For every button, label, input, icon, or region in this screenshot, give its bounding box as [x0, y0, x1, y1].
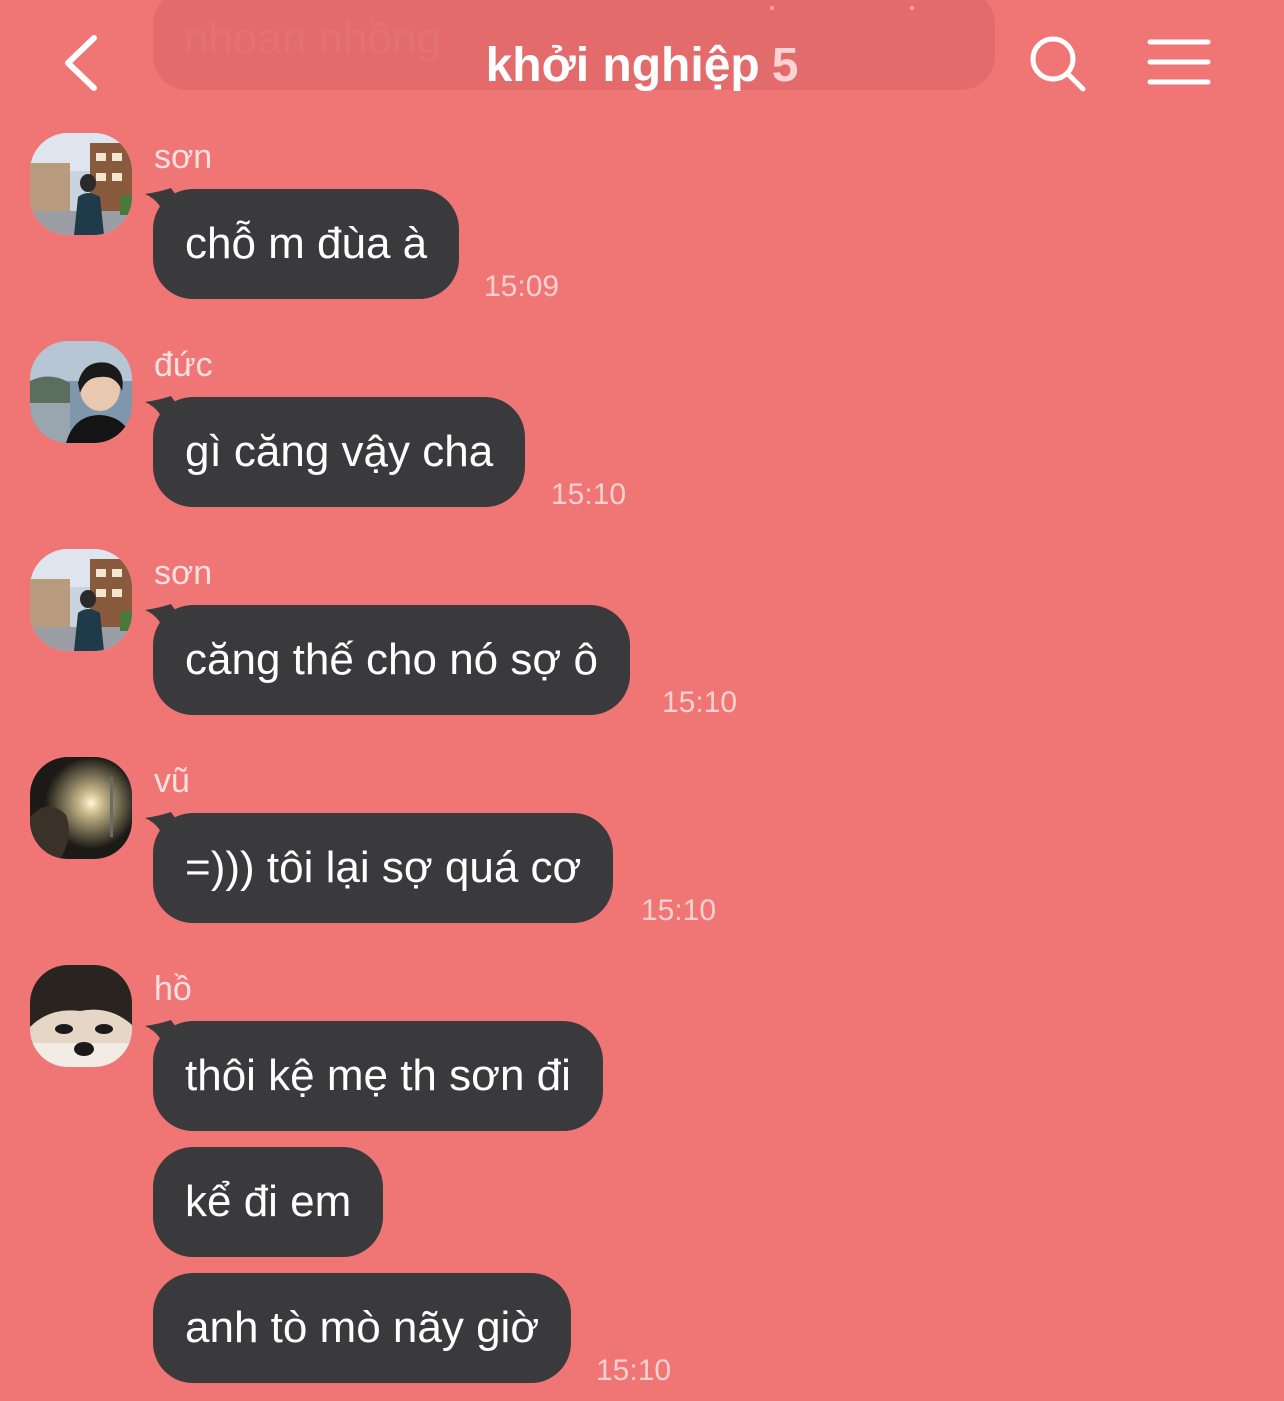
message-bubble[interactable]: thôi kệ mẹ th sơn đi [153, 1021, 603, 1131]
message-bubble[interactable]: anh tò mò nãy giờ [153, 1273, 572, 1383]
message-bubble[interactable]: chỗ m đùa à [153, 189, 460, 299]
avatar-photo [30, 549, 132, 651]
message-time: 15:10 [641, 894, 717, 927]
avatar-ho[interactable] [30, 965, 132, 1067]
pinned-dot [770, 6, 774, 10]
member-count: 5 [771, 39, 799, 92]
hamburger-menu-icon [1147, 39, 1211, 85]
message-text: chỗ m đùa à [185, 219, 428, 268]
message-text: kể đi em [185, 1177, 352, 1226]
avatar-son[interactable] [30, 133, 132, 235]
pinned-dot [910, 6, 914, 10]
message-text: căng thế cho nó sợ ô [185, 635, 598, 684]
avatar-photo [30, 965, 132, 1067]
message-bubble[interactable]: =))) tôi lại sợ quá cơ [153, 813, 614, 923]
avatar-son[interactable] [30, 549, 132, 651]
avatar-vu[interactable] [30, 757, 132, 859]
avatar-photo [30, 133, 132, 235]
message-time: 15:09 [484, 270, 560, 303]
avatar-photo [30, 757, 132, 859]
search-icon [1030, 36, 1086, 92]
sender-name: sơn [154, 554, 213, 592]
message-text: gì căng vậy cha [185, 427, 494, 476]
message-time: 15:10 [551, 478, 627, 511]
message-time: 15:10 [662, 686, 738, 719]
message-bubble[interactable]: gì căng vậy cha [153, 397, 526, 507]
search-button[interactable] [1022, 28, 1094, 100]
menu-button[interactable] [1140, 30, 1220, 94]
avatar-photo [30, 341, 132, 443]
sender-name: hồ [154, 970, 192, 1008]
message-text: anh tò mò nãy giờ [185, 1303, 540, 1352]
avatar-duc[interactable] [30, 341, 132, 443]
message-text: thôi kệ mẹ th sơn đi [185, 1051, 571, 1100]
chat-screen: nhoan nhồng khởi nghiệp 5 sơn chỗ m đùa … [0, 0, 1284, 1401]
chat-name: khởi nghiệp [485, 39, 760, 92]
message-time: 15:10 [596, 1354, 672, 1387]
sender-name: vũ [154, 762, 190, 800]
message-text: =))) tôi lại sợ quá cơ [185, 843, 582, 892]
message-bubble[interactable]: căng thế cho nó sợ ô [153, 605, 630, 715]
sender-name: sơn [154, 138, 213, 176]
message-bubble[interactable]: kể đi em [153, 1147, 384, 1257]
sender-name: đức [154, 346, 213, 384]
